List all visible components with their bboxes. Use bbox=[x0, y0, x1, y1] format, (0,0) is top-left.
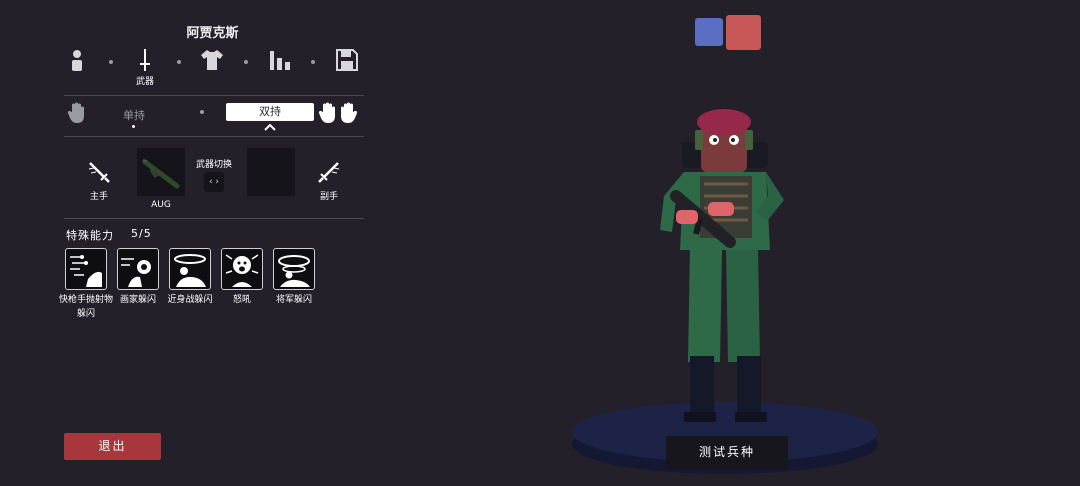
ability-name-gunslinger-dodge: 快枪手抛射物躲闪 bbox=[58, 295, 113, 319]
ability-slot-general-dodge[interactable] bbox=[273, 248, 315, 290]
person-icon bbox=[72, 50, 82, 71]
separator-dot bbox=[200, 110, 204, 114]
divider bbox=[64, 95, 364, 96]
ability-name-general-dodge: 将军躲闪 bbox=[275, 295, 312, 305]
ability-slot-melee-dodge[interactable] bbox=[169, 248, 211, 290]
tab-save[interactable] bbox=[332, 48, 362, 74]
main-hand-sword-icon bbox=[88, 162, 110, 183]
ability-name-melee-dodge: 近身战躲闪 bbox=[167, 295, 213, 305]
tab-weapon[interactable]: 武器 bbox=[130, 48, 160, 87]
roar-icon bbox=[225, 254, 259, 287]
painter-dodge-icon bbox=[121, 258, 151, 287]
unit-name[interactable]: 阿贾克斯 bbox=[0, 22, 425, 41]
exit-button[interactable]: 退出 bbox=[64, 433, 161, 460]
gunslinger-dodge-icon bbox=[70, 255, 102, 287]
off-hand-sword-icon bbox=[318, 162, 340, 183]
ability-name-roar: 怒吼 bbox=[232, 295, 251, 305]
floppy-disk-icon bbox=[336, 49, 358, 71]
sword-icon bbox=[140, 49, 150, 71]
team-red-swatch[interactable] bbox=[726, 15, 761, 50]
selection-dot bbox=[132, 125, 135, 128]
separator-dot bbox=[311, 60, 315, 64]
tab-stats[interactable] bbox=[265, 48, 295, 74]
test-unit-button[interactable]: 测试兵种 bbox=[666, 436, 788, 469]
general-dodge-icon bbox=[278, 255, 310, 287]
ability-slot-gunslinger-dodge[interactable] bbox=[65, 248, 107, 290]
tab-weapon-label: 武器 bbox=[135, 77, 154, 87]
weapon-switch-button[interactable]: ‹ › bbox=[204, 172, 224, 192]
main-hand-label: 主手 bbox=[89, 192, 108, 202]
separator-dot bbox=[177, 60, 181, 64]
divider bbox=[64, 218, 364, 219]
single-hand-icon bbox=[67, 102, 84, 123]
off-hand-weapon-slot[interactable] bbox=[247, 148, 295, 196]
weapon-switch-label: 武器切换 bbox=[195, 160, 232, 170]
grip-single-option[interactable]: 单持 bbox=[100, 107, 168, 123]
chevron-up-icon bbox=[264, 123, 276, 131]
bar-chart-icon bbox=[270, 51, 290, 70]
main-weapon-slot[interactable] bbox=[137, 148, 185, 196]
unit-editor-panel: 阿贾克斯 武器 单持 双持 主手 AUG 武器切换 ‹ › 副手 特殊能力 5/… bbox=[0, 0, 380, 486]
separator-dot bbox=[109, 60, 113, 64]
abilities-count: 5/5 bbox=[131, 227, 152, 240]
abilities-title: 特殊能力 bbox=[66, 229, 114, 242]
ability-name-painter-dodge: 画家躲闪 bbox=[119, 295, 156, 305]
aug-rifle-icon bbox=[142, 159, 180, 189]
tab-clothing[interactable] bbox=[197, 48, 227, 74]
tab-body[interactable] bbox=[62, 48, 92, 74]
grip-dual-option[interactable]: 双持 bbox=[226, 103, 314, 121]
unit-preview-3d[interactable] bbox=[560, 100, 890, 475]
dual-hands-icon bbox=[318, 102, 358, 123]
melee-dodge-icon bbox=[174, 254, 206, 287]
team-blue-swatch[interactable] bbox=[695, 18, 723, 46]
divider bbox=[64, 136, 364, 137]
main-weapon-name: AUG bbox=[151, 200, 171, 210]
separator-dot bbox=[244, 60, 248, 64]
ability-slot-painter-dodge[interactable] bbox=[117, 248, 159, 290]
off-hand-label: 副手 bbox=[319, 192, 338, 202]
shirt-icon bbox=[201, 50, 223, 70]
ability-slot-roar[interactable] bbox=[221, 248, 263, 290]
